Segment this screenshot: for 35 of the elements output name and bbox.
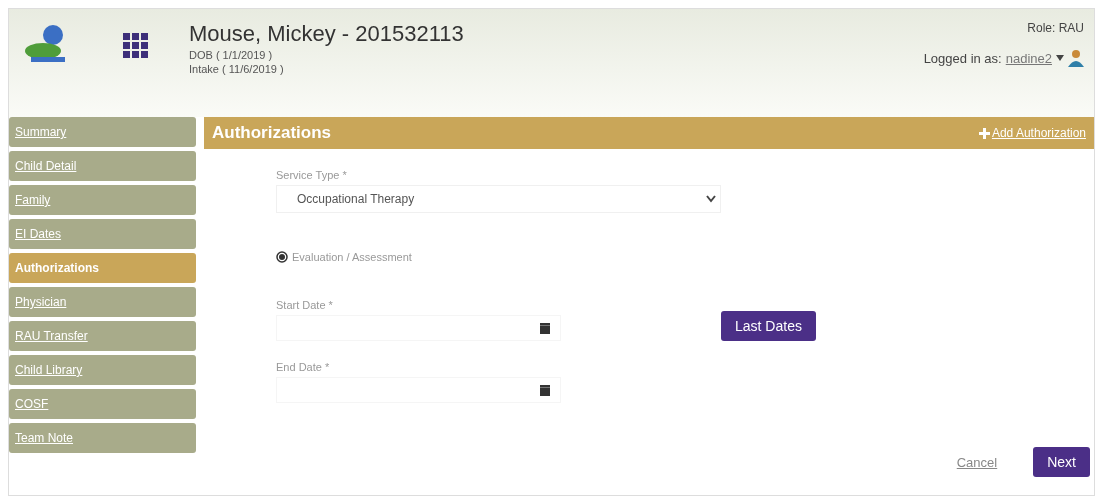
start-date-field[interactable] bbox=[276, 315, 561, 341]
sidebar-item[interactable]: Family bbox=[9, 185, 196, 215]
next-button[interactable]: Next bbox=[1033, 447, 1090, 477]
role-text: Role: RAU bbox=[1027, 21, 1084, 35]
patient-name: Mouse, Mickey - 201532113 bbox=[189, 21, 464, 47]
cancel-link[interactable]: Cancel bbox=[956, 454, 998, 470]
sidebar-item[interactable]: Team Note bbox=[9, 423, 196, 453]
user-icon[interactable] bbox=[1068, 49, 1084, 67]
sidebar-item[interactable]: RAU Transfer bbox=[9, 321, 196, 351]
radio-label: Evaluation / Assessment bbox=[292, 251, 412, 263]
field-label: Service Type * bbox=[276, 169, 348, 181]
sidebar-item[interactable]: Child Library bbox=[9, 355, 196, 385]
calendar-icon[interactable] bbox=[540, 384, 550, 396]
panel-title: Authorizations bbox=[212, 123, 331, 143]
sidebar-item[interactable]: EI Dates bbox=[9, 219, 196, 249]
field-label: Start Date * bbox=[276, 299, 334, 311]
sidebar-item[interactable]: Child Detail bbox=[9, 151, 196, 181]
dob-text: DOB ( 1/1/2019 ) bbox=[189, 49, 274, 61]
intake-text: Intake ( 11/6/2019 ) bbox=[189, 63, 285, 75]
end-date-field[interactable] bbox=[276, 377, 561, 403]
add-authorization-link[interactable]: Add Authorization bbox=[978, 126, 1086, 140]
service-type-select[interactable]: Occupational Therapy bbox=[276, 185, 721, 213]
username-link[interactable]: nadine2 bbox=[1005, 50, 1052, 66]
radio-button[interactable] bbox=[276, 251, 288, 263]
sidebar-item[interactable]: Summary bbox=[9, 117, 196, 147]
field-label: End Date * bbox=[276, 361, 331, 373]
logged-in-label: Logged in as: bbox=[923, 50, 1002, 66]
chevron-icon bbox=[706, 195, 716, 203]
caret-icon[interactable] bbox=[1056, 55, 1064, 61]
sidebar-item[interactable]: Authorizations bbox=[9, 253, 196, 283]
sidebar-item[interactable]: Physician bbox=[9, 287, 196, 317]
calendar-icon[interactable] bbox=[540, 322, 550, 334]
sidebar-item[interactable]: COSF bbox=[9, 389, 196, 419]
last-dates-button[interactable]: Last Dates bbox=[721, 311, 816, 341]
apps-grid-icon[interactable] bbox=[123, 33, 149, 59]
